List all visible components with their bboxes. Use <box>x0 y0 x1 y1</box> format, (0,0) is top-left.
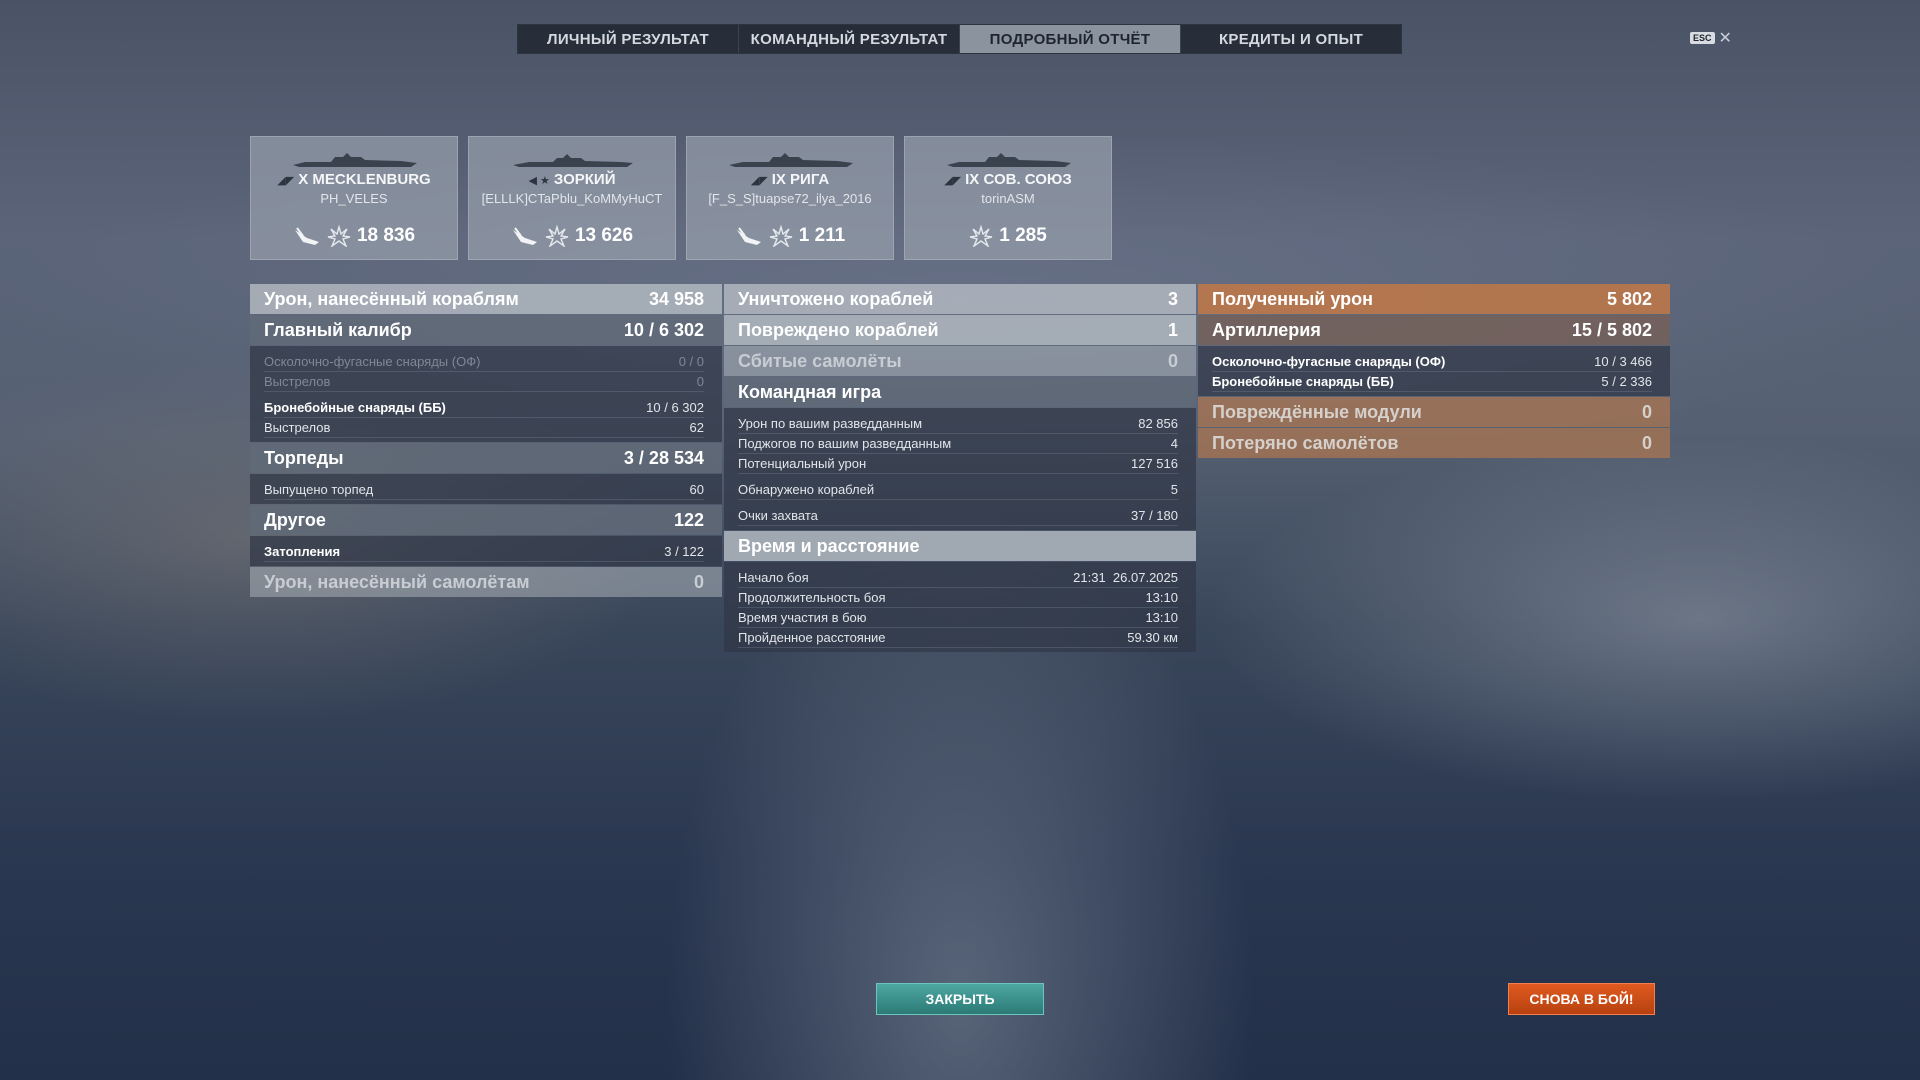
ship-card-1: ◢◤ X MECKLENBURG PH_VELES 18 836 <box>250 136 458 260</box>
player-name: [ELLLK]CTaPblu_KoMMyHuCT <box>481 191 663 206</box>
torpedoes-fired-row: Выпущено торпед 60 <box>264 480 704 500</box>
torpedoes-details: Выпущено торпед 60 <box>250 474 722 504</box>
ship-name: ◢◤ IX РИГА <box>750 171 830 188</box>
distance-row: Пройденное расстояние 59.30 км <box>738 628 1178 648</box>
damage-dealt-column: Урон, нанесённый кораблям 34 958 Главный … <box>250 284 722 598</box>
planes-shot-header: Сбитые самолёты 0 <box>724 346 1196 376</box>
artillery-details: Осколочно-фугасные снаряды (ОФ) 10 / 3 46… <box>1198 346 1670 396</box>
he-shots-row: Выстрелов 0 <box>264 372 704 392</box>
damage-burst-icon <box>545 225 569 247</box>
damage-burst-icon <box>769 225 792 247</box>
battle-duration-row: Продолжительность боя 13:10 <box>738 588 1178 608</box>
ship-name: ◢◤ IX СОВ. СОЮЗ <box>944 171 1072 188</box>
damage-received-column: Полученный урон 5 802 Артиллерия 15 / 5 80… <box>1198 284 1670 459</box>
teamplay-details: Урон по вашим разведданным 82 856 Поджого… <box>724 408 1196 530</box>
received-ap-row: Бронебойные снаряды (ББ) 5 / 2 336 <box>1212 372 1652 392</box>
planes-lost-header: Потеряно самолётов 0 <box>1198 428 1670 458</box>
tab-detailed-report[interactable]: ПОДРОБНЫЙ ОТЧЁТ <box>960 25 1181 53</box>
torpedoes-header: Торпеды 3 / 28 534 <box>250 443 722 473</box>
ship-name: ◢◤ X MECKLENBURG <box>277 171 431 188</box>
battle-start-row: Начало боя 21:31 26.07.2025 <box>738 568 1178 588</box>
player-name: [F_S_S]tuapse72_ilya_2016 <box>708 191 872 206</box>
ship-class-icon: ◢◤ <box>750 175 768 187</box>
damage-value: 18 836 <box>356 225 416 246</box>
ap-shells-row: Бронебойные снаряды (ББ) 10 / 6 302 <box>264 398 704 418</box>
ship-silhouette-icon <box>513 154 633 167</box>
time-distance-details: Начало боя 21:31 26.07.2025 Продолжительн… <box>724 562 1196 652</box>
battle-again-button[interactable]: СНОВА В БОЙ! <box>1508 983 1655 1015</box>
tab-team-result[interactable]: КОМАНДНЫЙ РЕЗУЛЬТАТ <box>739 25 960 53</box>
ship-class-icon: ◢◤ <box>277 175 295 187</box>
damage-burst-icon <box>327 225 351 247</box>
plane-icon <box>512 227 537 245</box>
ship-silhouette-icon <box>729 153 853 167</box>
damage-to-ships-header: Урон, нанесённый кораблям 34 958 <box>250 284 722 314</box>
damage-value: 13 626 <box>574 225 634 246</box>
tab-credits-xp[interactable]: КРЕДИТЫ И ОПЫТ <box>1181 25 1401 53</box>
received-he-row: Осколочно-фугасные снаряды (ОФ) 10 / 3 46… <box>1212 352 1652 372</box>
ship-card-4: ◢◤ IX СОВ. СОЮЗ torinASM 1 285 <box>904 136 1112 260</box>
capture-points-row: Очки захвата 37 / 180 <box>738 506 1178 526</box>
plane-icon <box>294 227 319 245</box>
other-details: Затопления 3 / 122 <box>250 536 722 566</box>
potential-damage-row: Потенциальный урон 127 516 <box>738 454 1178 474</box>
damage-value: 1 285 <box>999 225 1047 246</box>
spotting-damage-row: Урон по вашим разведданным 82 856 <box>738 414 1178 434</box>
esc-key-icon: ESC <box>1690 32 1715 44</box>
participation-time-row: Время участия в бою 13:10 <box>738 608 1178 628</box>
player-name: PH_VELES <box>320 191 388 206</box>
esc-close-button[interactable]: ESC ✕ <box>1690 28 1732 48</box>
destroyer-class-icon: ◀ ★ <box>528 175 550 187</box>
flooding-row: Затопления 3 / 122 <box>264 542 704 562</box>
ship-class-icon: ◢◤ <box>944 175 962 187</box>
ap-shots-row: Выстрелов 62 <box>264 418 704 438</box>
close-icon[interactable]: ✕ <box>1719 28 1732 48</box>
artillery-header: Артиллерия 15 / 5 802 <box>1198 315 1670 345</box>
damage-value: 1 211 <box>798 225 846 246</box>
ship-card-3: ◢◤ IX РИГА [F_S_S]tuapse72_ilya_2016 1 21… <box>686 136 894 260</box>
main-battery-details: Осколочно-фугасные снаряды (ОФ) 0 / 0 Выс… <box>250 346 722 442</box>
damage-received-header: Полученный урон 5 802 <box>1198 284 1670 314</box>
teamplay-header: Командная игра <box>724 377 1196 407</box>
ship-silhouette-icon <box>947 153 1071 167</box>
ships-detected-row: Обнаружено кораблей 5 <box>738 480 1178 500</box>
ships-destroyed-header: Уничтожено кораблей 3 <box>724 284 1196 314</box>
damaged-modules-header: Повреждённые модули 0 <box>1198 397 1670 427</box>
ships-damaged-header: Повреждено кораблей 1 <box>724 315 1196 345</box>
damage-to-planes-header: Урон, нанесённый самолётам 0 <box>250 567 722 597</box>
ship-card-2: ◀ ★ ЗОРКИЙ [ELLLK]CTaPblu_KoMMyHuCT 13 62… <box>468 136 676 260</box>
combat-column: Уничтожено кораблей 3 Повреждено кораблей… <box>724 284 1196 653</box>
damage-burst-icon <box>970 225 993 247</box>
tab-personal-result[interactable]: ЛИЧНЫЙ РЕЗУЛЬТАТ <box>518 25 739 53</box>
time-distance-header: Время и расстояние <box>724 531 1196 561</box>
he-shells-row: Осколочно-фугасные снаряды (ОФ) 0 / 0 <box>264 352 704 372</box>
other-header: Другое 122 <box>250 505 722 535</box>
main-battery-header: Главный калибр 10 / 6 302 <box>250 315 722 345</box>
spotting-fires-row: Поджогов по вашим разведданным 4 <box>738 434 1178 454</box>
close-button[interactable]: ЗАКРЫТЬ <box>876 983 1044 1015</box>
player-name: torinASM <box>981 191 1035 206</box>
result-tabs: ЛИЧНЫЙ РЕЗУЛЬТАТ КОМАНДНЫЙ РЕЗУЛЬТАТ ПОД… <box>517 24 1402 54</box>
ship-name: ◀ ★ ЗОРКИЙ <box>528 171 616 188</box>
plane-icon <box>736 227 761 245</box>
ship-silhouette-icon <box>293 153 417 167</box>
